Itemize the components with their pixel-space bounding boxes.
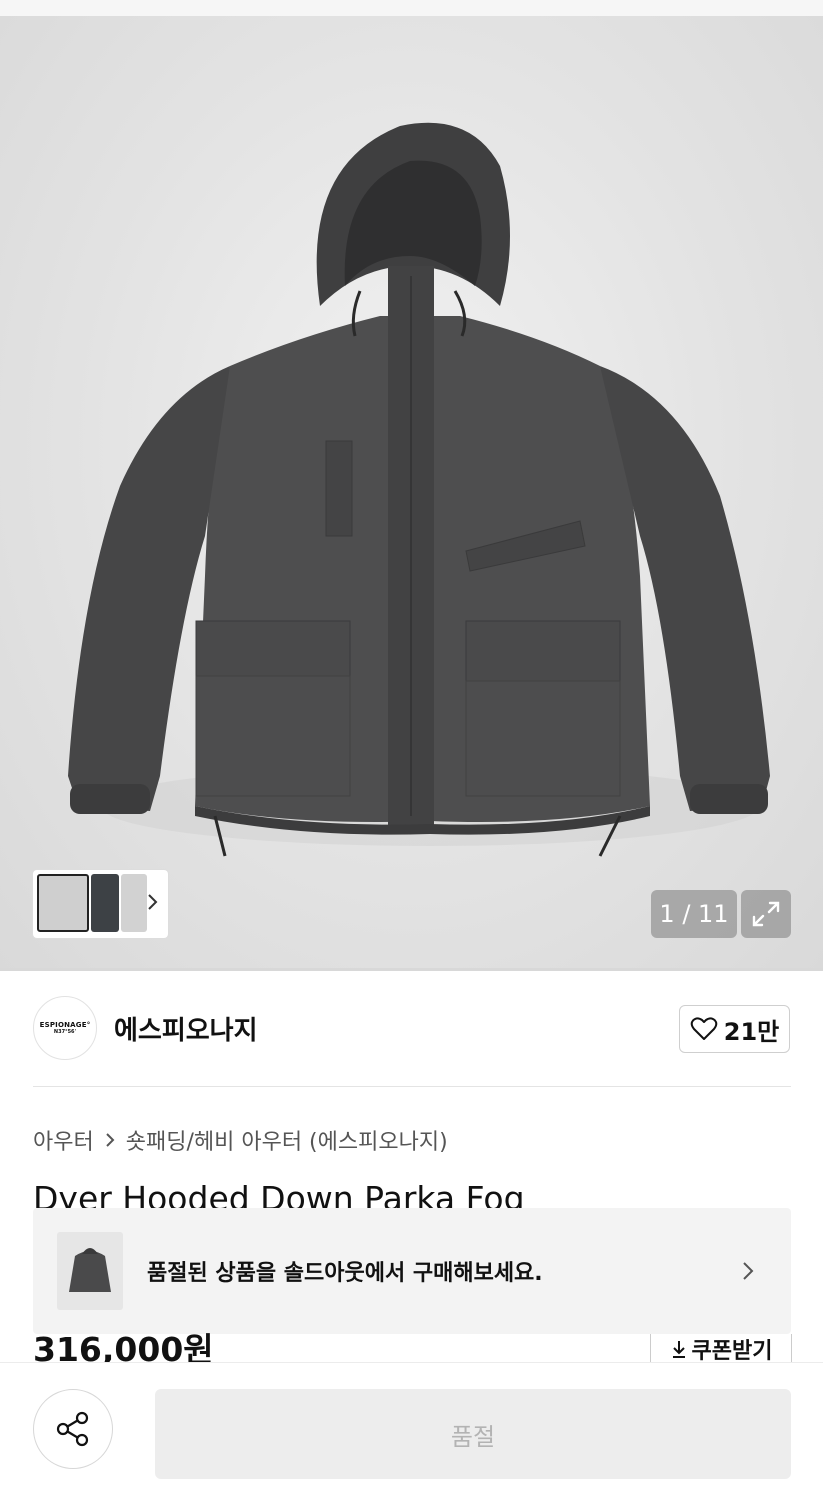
buy-button[interactable]: 품절 xyxy=(155,1389,791,1479)
chevron-right-icon xyxy=(106,1133,115,1147)
brand-name[interactable]: 에스피오나지 xyxy=(114,1010,258,1047)
divider xyxy=(0,968,823,971)
like-button[interactable]: 21만 xyxy=(679,1005,790,1053)
banner-product-thumbnail xyxy=(57,1232,123,1310)
bottom-action-bar: 품절 xyxy=(0,1362,823,1501)
thumbnail-1[interactable] xyxy=(37,874,89,932)
brand-logo-subtext: N37°56' xyxy=(53,1029,77,1035)
breadcrumb: 아우터 숏패딩/헤비 아우터 (에스피오나지) xyxy=(33,1124,448,1156)
share-button[interactable] xyxy=(33,1389,113,1469)
breadcrumb-category[interactable]: 아우터 xyxy=(33,1124,94,1156)
heart-icon xyxy=(690,1017,718,1040)
thumbnail-2[interactable] xyxy=(91,874,119,932)
like-count: 21만 xyxy=(723,1017,780,1046)
status-bar xyxy=(0,0,823,16)
divider xyxy=(33,1086,791,1087)
brand-logo-text: ESPIONAGE° xyxy=(39,1021,91,1029)
chevron-right-icon xyxy=(743,1262,754,1280)
product-price: 316,000원 xyxy=(33,1330,214,1364)
image-counter: 1 / 11 xyxy=(651,890,737,938)
chevron-right-icon[interactable] xyxy=(146,892,160,912)
thumbnail-3[interactable] xyxy=(121,874,147,932)
coupon-label: 쿠폰받기 xyxy=(691,1339,773,1364)
banner-text: 품절된 상품을 솔드아웃에서 구매해보세요. xyxy=(147,1261,543,1286)
share-icon xyxy=(56,1411,89,1447)
product-image xyxy=(68,122,770,857)
soldout-banner[interactable]: 품절된 상품을 솔드아웃에서 구매해보세요. xyxy=(33,1208,791,1334)
product-title: Dyer Hooded Down Parka Fog xyxy=(33,1179,525,1208)
product-image-gallery[interactable]: 1 / 11 xyxy=(0,16,823,970)
thumbnail-strip[interactable] xyxy=(33,870,168,938)
expand-icon xyxy=(752,901,780,927)
coupon-button[interactable]: 쿠폰받기 xyxy=(650,1334,792,1364)
breadcrumb-subcategory[interactable]: 숏패딩/헤비 아우터 (에스피오나지) xyxy=(126,1124,448,1156)
brand-logo[interactable]: ESPIONAGE° N37°56' xyxy=(33,996,97,1060)
download-icon xyxy=(672,1341,685,1358)
expand-button[interactable] xyxy=(741,890,791,938)
